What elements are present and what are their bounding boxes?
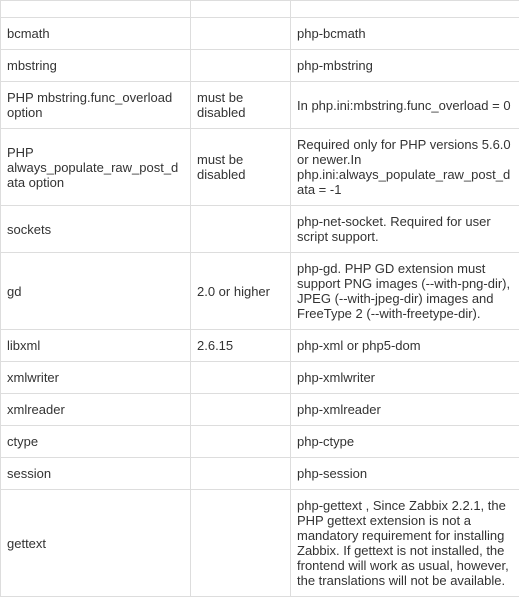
table-row: gd2.0 or higherphp-gd. PHP GD extension … xyxy=(1,253,519,330)
requirements-table: bcmathphp-bcmathmbstringphp-mbstringPHP … xyxy=(0,0,519,597)
table-cell-version xyxy=(191,458,291,490)
table-cell-description: php-session xyxy=(291,458,519,490)
table-cell-description: php-xml or php5-dom xyxy=(291,330,519,362)
table-cell-name: bcmath xyxy=(1,18,191,50)
table-cell-description: php-gd. PHP GD extension must support PN… xyxy=(291,253,519,330)
table-row: ctype php-ctype xyxy=(1,426,519,458)
table-cell-version xyxy=(191,490,291,597)
table-cell-name: PHP always_populate_raw_post_data option xyxy=(1,129,191,206)
table-cell-version xyxy=(191,394,291,426)
table-cell-version: must be disabled xyxy=(191,129,291,206)
table-row: gettext php-gettext , Since Zabbix 2.2.1,… xyxy=(1,490,519,597)
table-cell-name: xmlwriter xyxy=(1,362,191,394)
table-row: PHP always_populate_raw_post_data option… xyxy=(1,129,519,206)
table-cell-version: 2.0 or higher xyxy=(191,253,291,330)
table-cell-version xyxy=(191,362,291,394)
table-cell-name: gd xyxy=(1,253,191,330)
table-row: libxml2.6.15php-xml or php5-dom xyxy=(1,330,519,362)
table-cell-description: php-bcmath xyxy=(291,18,519,50)
table-cell-description: php-net-socket. Required for user script… xyxy=(291,206,519,253)
table-cell-name: session xyxy=(1,458,191,490)
table-cell-name: gettext xyxy=(1,490,191,597)
table-cell-version xyxy=(191,206,291,253)
table-cell-name: libxml xyxy=(1,330,191,362)
table-cell-description: Required only for PHP versions 5.6.0 or … xyxy=(291,129,519,206)
table-cell-name: PHP mbstring.func_overload option xyxy=(1,82,191,129)
table-cell-description: In php.ini:mbstring.func_overload = 0 xyxy=(291,82,519,129)
table-cell-name: ctype xyxy=(1,426,191,458)
table-cell-name xyxy=(1,1,191,18)
table-cell-version xyxy=(191,1,291,18)
table-row: mbstring php-mbstring xyxy=(1,50,519,82)
table-cell-version xyxy=(191,426,291,458)
table-row: PHP mbstring.func_overload optionmust be… xyxy=(1,82,519,129)
table-cell-description xyxy=(291,1,519,18)
table-cell-version xyxy=(191,50,291,82)
table-cell-description: php-xmlwriter xyxy=(291,362,519,394)
table-row: xmlreader php-xmlreader xyxy=(1,394,519,426)
table-cell-description: php-xmlreader xyxy=(291,394,519,426)
table-cell-description: php-mbstring xyxy=(291,50,519,82)
table-cell-name: mbstring xyxy=(1,50,191,82)
table-row: session php-session xyxy=(1,458,519,490)
table-cell-version: 2.6.15 xyxy=(191,330,291,362)
table-row: bcmath php-bcmath xyxy=(1,18,519,50)
table-cell-description: php-ctype xyxy=(291,426,519,458)
table-row: xmlwriter php-xmlwriter xyxy=(1,362,519,394)
table-cell-version xyxy=(191,18,291,50)
table-cell-name: sockets xyxy=(1,206,191,253)
table-row xyxy=(1,1,519,18)
table-cell-name: xmlreader xyxy=(1,394,191,426)
table-row: sockets php-net-socket. Required for user… xyxy=(1,206,519,253)
table-cell-description: php-gettext , Since Zabbix 2.2.1, the PH… xyxy=(291,490,519,597)
table-cell-version: must be disabled xyxy=(191,82,291,129)
